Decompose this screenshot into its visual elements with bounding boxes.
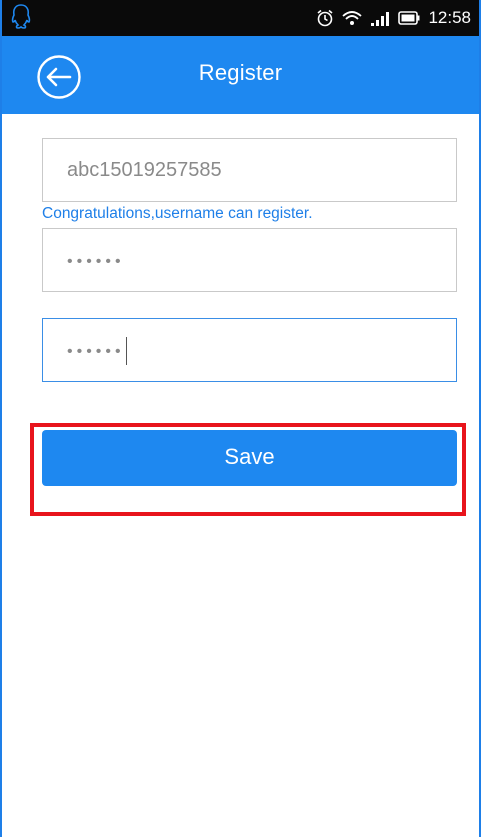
battery-icon [398, 11, 420, 25]
alarm-icon [316, 9, 334, 27]
wifi-icon [342, 10, 363, 26]
signal-icon [370, 10, 390, 26]
password-dots: •••••• [67, 253, 125, 270]
app-bar: Register [2, 36, 479, 114]
password-field[interactable]: •••••• [42, 228, 457, 292]
qq-icon [10, 3, 32, 31]
status-time: 12:58 [428, 8, 471, 27]
status-bar: 12:58 [2, 0, 479, 36]
username-hint: Congratulations,username can register. [42, 205, 313, 222]
page-title: Register [198, 60, 283, 85]
text-cursor [125, 336, 127, 365]
status-icons: 12:58 [316, 0, 471, 36]
app-frame: 12:58 Register abc15019257585 Congratula… [0, 0, 481, 837]
highlight-annotation [30, 423, 466, 516]
username-field[interactable]: abc15019257585 [42, 138, 457, 202]
confirm-password-dots: •••••• [67, 343, 125, 360]
username-value: abc15019257585 [67, 159, 222, 181]
confirm-password-field[interactable]: •••••• [42, 318, 457, 382]
